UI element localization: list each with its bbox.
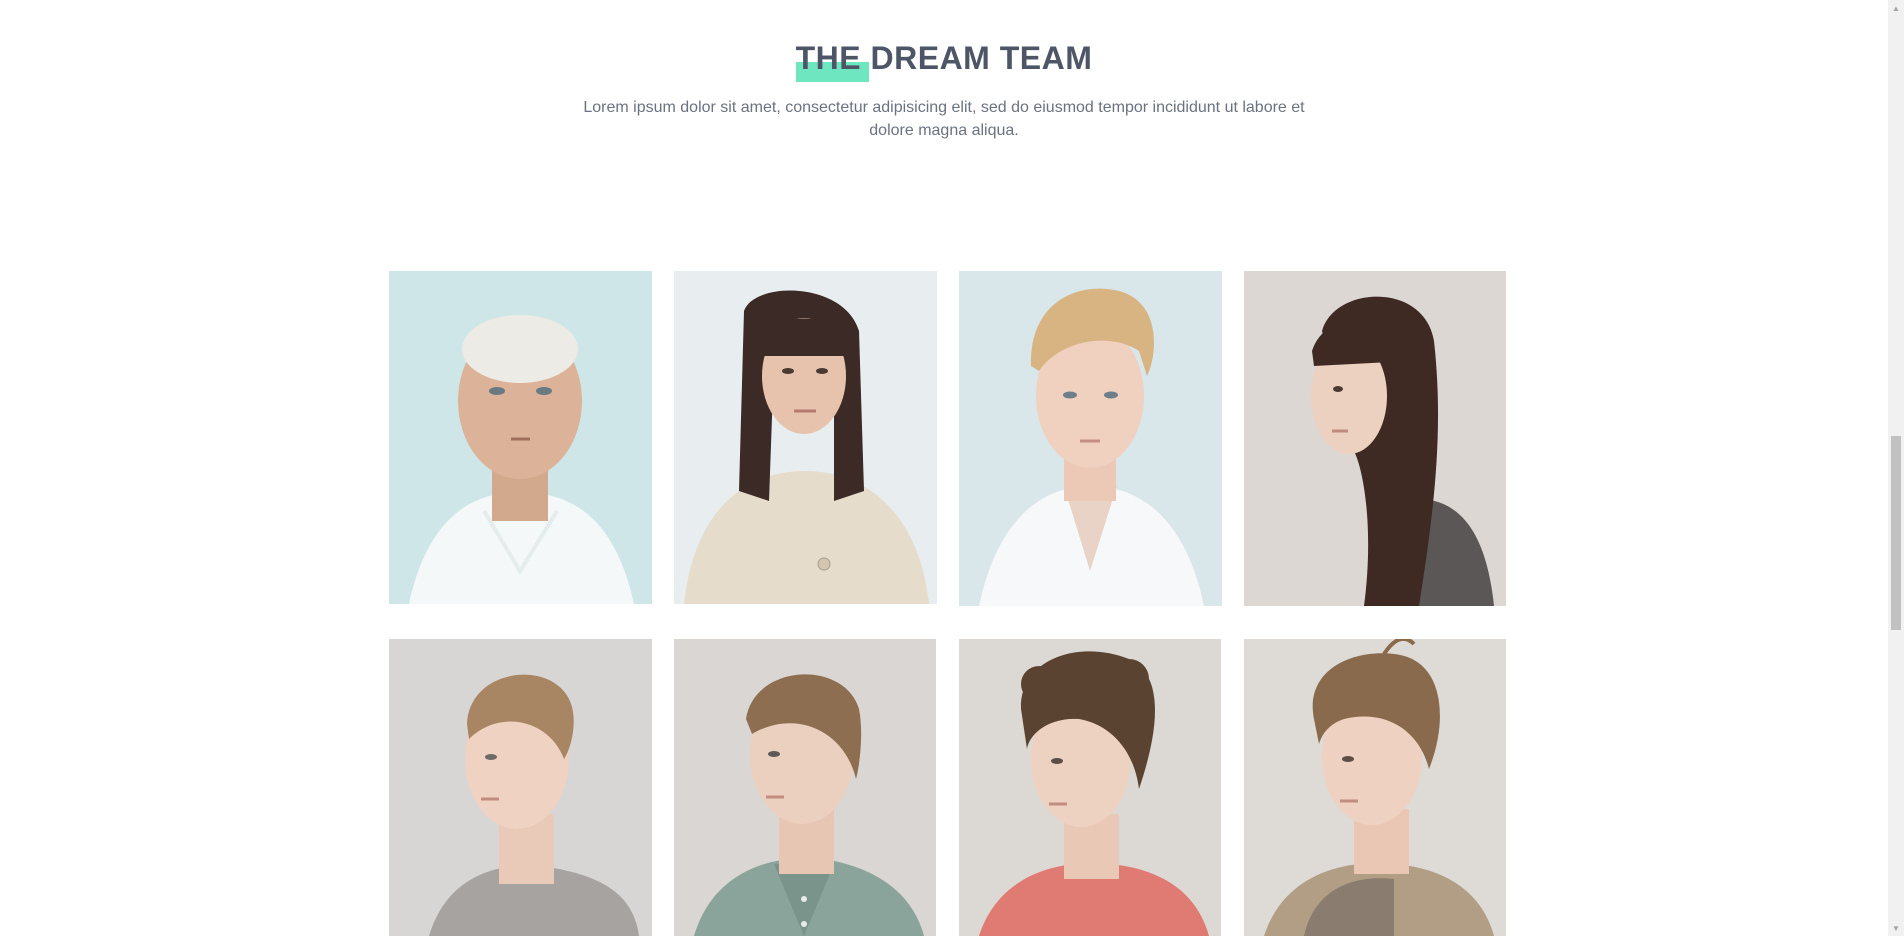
team-member-photo [674,639,936,936]
portrait-blond-man-image [959,271,1222,606]
section-title: THE DREAM TEAM [796,36,1093,80]
portrait-man-grey-sweater-image [389,639,652,936]
scrollbar-thumb[interactable] [1891,436,1901,630]
team-member-photo [959,271,1222,606]
portrait-older-man-image [389,271,652,604]
portrait-woman-trench-image [674,271,937,604]
section-subtitle: Lorem ipsum dolor sit amet, consectetur … [583,99,1305,139]
team-page: THE DREAM TEAM Lorem ipsum dolor sit ame… [0,0,1904,936]
portrait-curly-man-coral-image [959,639,1221,936]
team-member-photo [959,639,1221,936]
team-member-photo [1244,639,1506,936]
scroll-down-arrow-icon[interactable]: ▼ [1888,920,1904,936]
title-highlight: THE [795,40,862,76]
portrait-woman-long-hair-image [1244,271,1506,606]
team-member-photo [674,271,937,604]
team-member-photo [1244,271,1506,606]
team-member-photo [389,271,652,604]
scroll-up-arrow-icon[interactable]: ▲ [1888,0,1904,16]
portrait-tousled-man-image [1244,639,1506,936]
heading-wrap: THE DREAM TEAM [0,36,1888,80]
portrait-man-green-shirt-image [674,639,936,936]
page-scrollbar[interactable]: ▲ ▼ [1888,0,1904,936]
team-member-photo [389,639,652,936]
title-rest: DREAM TEAM [861,40,1093,76]
